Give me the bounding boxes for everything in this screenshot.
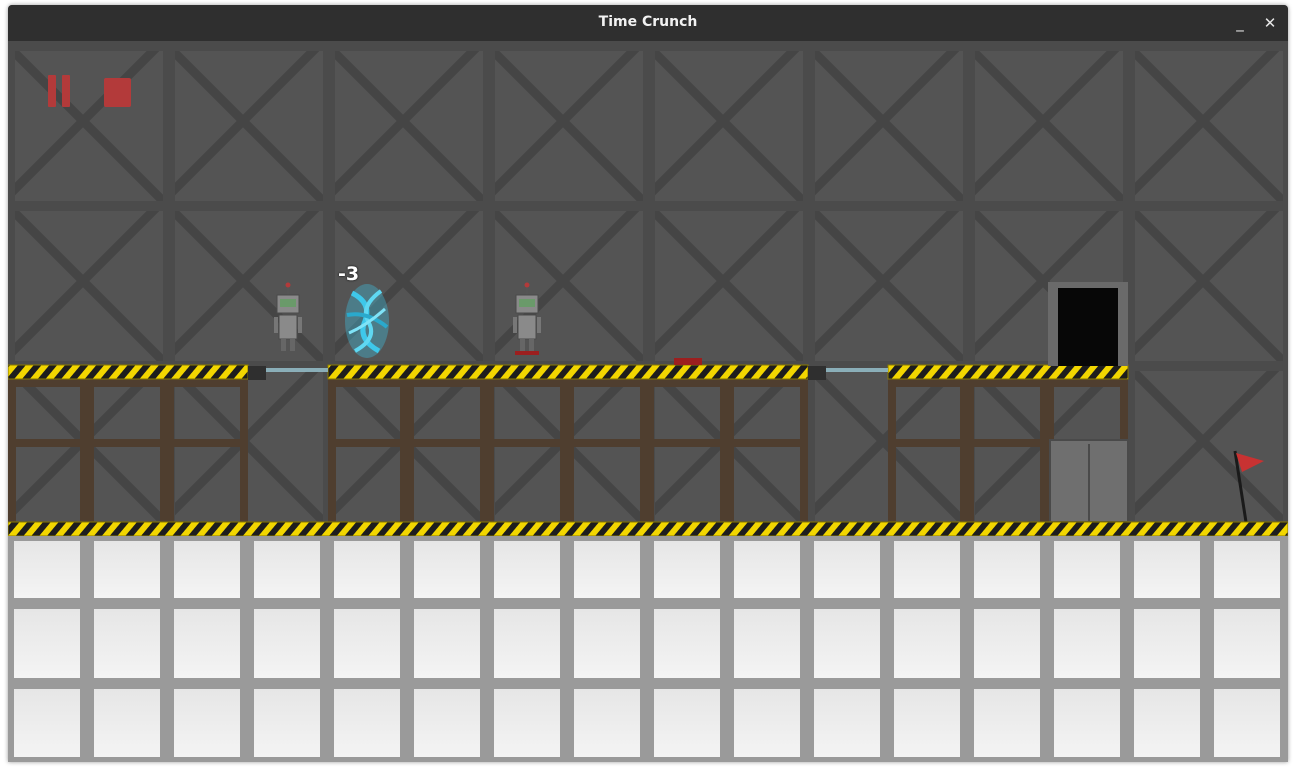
stop-button[interactable]	[104, 78, 131, 107]
hazard-platform-middle	[327, 364, 809, 380]
floor-tiles	[8, 536, 1288, 762]
exit-door	[1048, 282, 1128, 366]
time-modifier-label: -3	[338, 263, 360, 285]
pause-icon-bar	[62, 75, 70, 107]
elevator-doors	[1049, 439, 1129, 523]
hazard-platform-left	[8, 364, 249, 380]
ground-hazard-strip	[8, 521, 1288, 537]
pause-icon	[48, 75, 56, 107]
title-bar: Time Crunch _ ✕	[8, 5, 1288, 41]
minimize-button[interactable]: _	[1228, 11, 1252, 35]
bridge-emitter-right	[808, 366, 826, 380]
bridge-emitter-left	[248, 366, 266, 380]
light-bridge-1	[266, 368, 328, 372]
close-button[interactable]: ✕	[1258, 11, 1282, 35]
pause-button[interactable]	[46, 75, 72, 107]
window-title: Time Crunch	[598, 14, 698, 30]
light-bridge-2	[826, 368, 888, 372]
game-scene	[8, 41, 1288, 762]
game-viewport: -3	[8, 41, 1288, 762]
time-portal	[345, 284, 389, 358]
pressure-plate	[674, 358, 702, 365]
game-window: Time Crunch _ ✕ -3	[8, 5, 1288, 762]
hazard-platform-right	[887, 364, 1129, 380]
